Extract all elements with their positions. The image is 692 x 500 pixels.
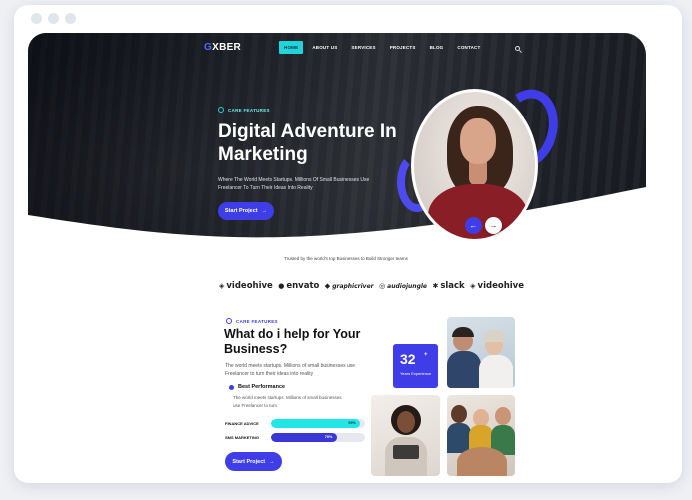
- brand-logo-videohive-2[interactable]: ◈ videohive: [470, 275, 524, 297]
- experience-plus: +: [424, 352, 428, 358]
- slider-prev-button[interactable]: ←: [465, 217, 482, 234]
- window-dot-icon: [65, 13, 76, 24]
- team-photo-1: [447, 317, 515, 388]
- top-nav: GXBER HOME ABOUT US SERVICES PROJECTS BL…: [28, 40, 646, 58]
- hero-subtitle: Where The World Meets Startups. Millions…: [218, 177, 370, 191]
- arrow-right-icon: →: [269, 458, 275, 465]
- arrow-right-icon: →: [261, 208, 268, 214]
- team-photo-2: [371, 395, 440, 476]
- window-dot-icon: [48, 13, 59, 24]
- section-badge: CARE FEATURES: [226, 318, 278, 324]
- experience-badge: 32 + Years Experience: [393, 344, 438, 388]
- progress-row-sms: SMS MARKETING 70%: [225, 432, 367, 442]
- section-title: What do i help for Your Business?: [224, 327, 361, 356]
- progress-label: SMS MARKETING: [225, 434, 259, 440]
- section-text: The world meets startups. Millions of sm…: [225, 363, 356, 377]
- progress-track: 95%: [271, 418, 365, 428]
- menu-item-blog[interactable]: BLOG: [425, 41, 449, 54]
- progress-value: 70%: [324, 434, 333, 439]
- hero-content: CARE FEATURES Digital Adventure In Marke…: [218, 107, 418, 192]
- menu-item-home[interactable]: HOME: [279, 41, 304, 54]
- window-dots: [31, 13, 76, 24]
- feature-title: Best Performance: [229, 384, 285, 390]
- experience-label: Years Experience: [400, 371, 432, 376]
- arrow-left-icon: ←: [469, 221, 478, 230]
- slider-next-button[interactable]: →: [485, 217, 502, 234]
- hero-badge: CARE FEATURES: [218, 107, 418, 113]
- hero-start-project-button[interactable]: Start Project →: [218, 202, 274, 220]
- menu-item-services[interactable]: SERVICES: [346, 41, 380, 54]
- menu-item-contact[interactable]: CONTACT: [452, 41, 485, 54]
- brand-logo-videohive[interactable]: ◈ videohive: [219, 275, 273, 297]
- arrow-right-icon: →: [489, 221, 498, 230]
- badge-circle-icon: [218, 107, 224, 113]
- team-photo-3: [447, 395, 515, 476]
- menu-item-projects[interactable]: PROJECTS: [385, 41, 421, 54]
- brand-logo-slack[interactable]: ✱ slack: [432, 275, 465, 297]
- main-menu: HOME ABOUT US SERVICES PROJECTS BLOG CON…: [279, 41, 485, 54]
- menu-item-about[interactable]: ABOUT US: [307, 41, 342, 54]
- bullet-icon: [229, 384, 234, 390]
- experience-number: 32: [400, 351, 416, 367]
- hero-title: Digital Adventure In Marketing: [218, 121, 397, 165]
- site-logo[interactable]: GXBER: [204, 42, 241, 53]
- brand-logos: ◈ videohive ● envato ◆ graphicriver ◎ audioj…: [219, 275, 524, 298]
- progress-value: 95%: [348, 420, 356, 425]
- progress-fill: [271, 418, 361, 428]
- progress-track: 70%: [271, 432, 365, 442]
- feature-text: The world meets startups. Millions of sm…: [233, 395, 342, 408]
- progress-label: FINANCE ADVICE: [225, 420, 259, 426]
- search-icon[interactable]: [515, 46, 520, 51]
- brand-logo-envato[interactable]: ● envato: [278, 275, 319, 297]
- brand-logo-audiojungle[interactable]: ◎ audiojungle: [379, 276, 427, 298]
- section-start-project-button[interactable]: Start Project →: [225, 452, 282, 471]
- progress-row-finance: FINANCE ADVICE 95%: [225, 418, 367, 428]
- trusted-text: Trusted by the world's top Businesses to…: [284, 256, 408, 261]
- brand-logo-graphicriver[interactable]: ◆ graphicriver: [325, 276, 374, 298]
- window-dot-icon: [31, 13, 42, 24]
- badge-circle-icon: [226, 318, 232, 324]
